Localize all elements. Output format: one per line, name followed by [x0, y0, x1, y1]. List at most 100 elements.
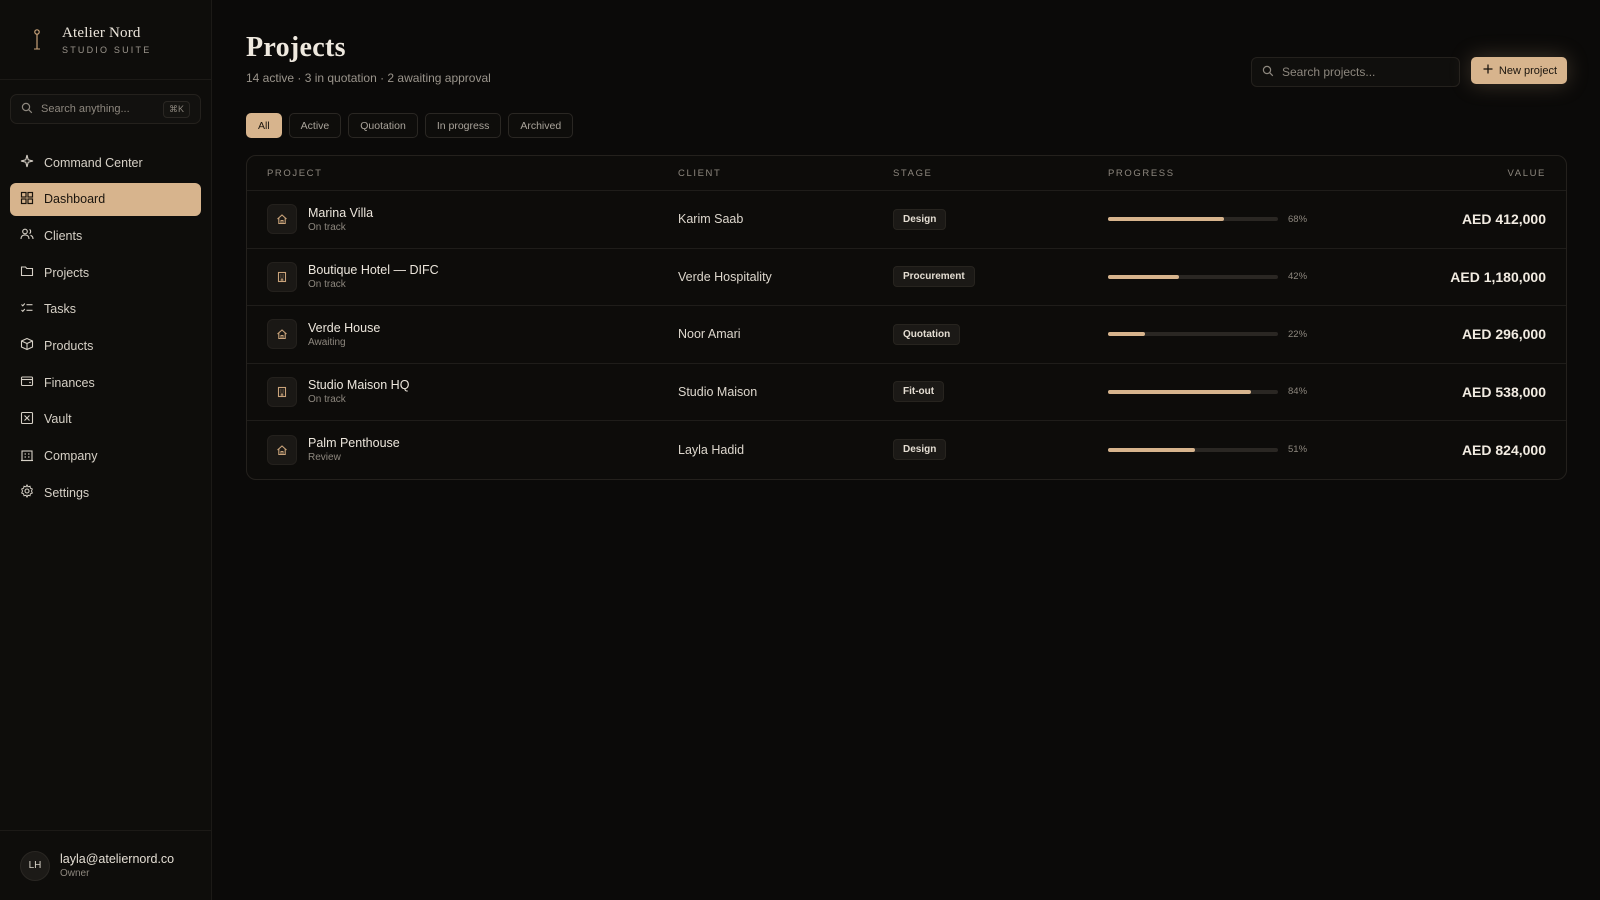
client-name: Karim Saab [678, 212, 744, 227]
progress-bar [1108, 274, 1278, 279]
home-icon [267, 434, 297, 465]
app-shell: Atelier Nord STUDIO SUITE Search anythin… [0, 0, 1600, 900]
sparkle-icon [20, 154, 34, 171]
sidebar-item-label: Vault [44, 412, 72, 427]
client-name: Studio Maison [678, 384, 758, 399]
project-status: Awaiting [308, 336, 346, 348]
column-header-progress[interactable]: PROGRESS [1108, 168, 1323, 179]
page-subtitle: 14 active · 3 in quotation · 2 awaiting … [246, 71, 491, 85]
wallet-icon [20, 374, 34, 391]
sidebar-item-label: Projects [44, 265, 90, 280]
progress-percent: 22% [1288, 328, 1308, 340]
progress-percent: 51% [1288, 444, 1308, 456]
column-header-project[interactable]: PROJECT [247, 168, 678, 179]
sidebar-item-label: Products [44, 338, 94, 353]
user-role: Owner [60, 868, 90, 879]
sidebar-item-tasks[interactable]: Tasks [10, 293, 201, 326]
shortcut-hint: ⌘K [162, 100, 190, 118]
progress-bar [1108, 389, 1278, 394]
project-value: AED 824,000 [1461, 441, 1546, 458]
brand[interactable]: Atelier Nord STUDIO SUITE [0, 0, 211, 80]
user-profile[interactable]: LH layla@ateliernord.co Owner [0, 830, 211, 900]
stage-badge: Procurement [893, 266, 975, 288]
client-name: Verde Hospitality [678, 269, 772, 284]
table-row[interactable]: Marina Villa On track Karim Saab Design … [247, 191, 1566, 249]
grid-icon [20, 191, 34, 208]
project-value: AED 538,000 [1461, 383, 1546, 400]
stage-badge: Quotation [893, 323, 961, 345]
filter-all[interactable]: All [246, 113, 282, 138]
column-header-stage[interactable]: STAGE [893, 168, 1108, 179]
box-icon [20, 337, 34, 354]
project-name: Boutique Hotel — DIFC [308, 263, 439, 278]
sidebar-item-label: Dashboard [44, 192, 106, 207]
client-name: Noor Amari [678, 327, 741, 342]
column-header-client[interactable]: CLIENT [678, 168, 893, 179]
sidebar-item-label: Tasks [44, 302, 76, 317]
sidebar-item-command-center[interactable]: Command Center [10, 146, 201, 179]
filter-active[interactable]: Active [288, 113, 342, 138]
table-row[interactable]: Boutique Hotel — DIFC On track Verde Hos… [247, 249, 1566, 306]
project-name: Palm Penthouse [308, 436, 400, 451]
search-icon [21, 102, 33, 117]
sidebar-item-label: Company [44, 449, 98, 463]
sidebar: Atelier Nord STUDIO SUITE Search anythin… [0, 0, 212, 900]
filter-tabs: All Active Quotation In progress Archive… [246, 113, 574, 138]
building-icon [20, 448, 34, 465]
stage-badge: Design [893, 208, 947, 230]
brand-name: Atelier Nord [62, 24, 141, 41]
project-value: AED 1,180,000 [1450, 268, 1546, 285]
progress-bar [1108, 332, 1278, 337]
stage-badge: Fit-out [893, 381, 945, 403]
sidebar-item-projects[interactable]: Projects [10, 256, 201, 289]
sidebar-item-label: Finances [44, 375, 95, 390]
search-icon [1262, 65, 1274, 80]
filter-quotation[interactable]: Quotation [348, 113, 418, 138]
new-project-label: New project [1498, 64, 1557, 77]
search-input[interactable] [1282, 65, 1449, 79]
column-header-value[interactable]: VALUE [1323, 168, 1566, 179]
sidebar-item-clients[interactable]: Clients [10, 219, 201, 252]
new-project-button[interactable]: New project [1470, 57, 1567, 84]
home-icon [267, 204, 297, 235]
stage-badge: Design [893, 439, 947, 461]
sidebar-item-company[interactable]: Company [10, 440, 201, 473]
sidebar-item-finances[interactable]: Finances [10, 366, 201, 399]
progress-fill [1108, 217, 1224, 222]
sidebar-item-label: Clients [44, 228, 83, 243]
building-icon [267, 376, 297, 407]
progress-percent: 68% [1288, 213, 1308, 225]
project-status: Review [308, 452, 341, 464]
sidebar-item-dashboard[interactable]: Dashboard [10, 182, 201, 216]
building-icon [267, 261, 297, 292]
table-row[interactable]: Studio Maison HQ On track Studio Maison … [247, 364, 1566, 421]
sidebar-search[interactable]: Search anything... ⌘K [10, 94, 201, 124]
projects-table: PROJECT CLIENT STAGE PROGRESS VALUE Mari… [246, 155, 1567, 480]
user-email: layla@ateliernord.co [60, 852, 175, 866]
project-name: Marina Villa [308, 205, 374, 220]
vault-icon [20, 411, 34, 428]
project-value: AED 296,000 [1461, 326, 1546, 343]
progress-percent: 84% [1288, 386, 1308, 398]
sidebar-item-label: Settings [44, 485, 90, 500]
table-row[interactable]: Verde House Awaiting Noor Amari Quotatio… [247, 306, 1566, 364]
sidebar-item-label: Command Center [44, 155, 143, 170]
filter-in-progress[interactable]: In progress [424, 113, 502, 138]
brand-subtitle: STUDIO SUITE [62, 44, 152, 55]
main-content: Projects 14 active · 3 in quotation · 2 … [212, 0, 1600, 900]
users-icon [20, 227, 34, 244]
sidebar-item-products[interactable]: Products [10, 329, 201, 362]
gear-icon [20, 484, 34, 501]
sidebar-item-settings[interactable]: Settings [10, 476, 201, 509]
client-name: Layla Hadid [678, 442, 745, 457]
brand-logo-icon [28, 27, 46, 53]
project-name: Studio Maison HQ [308, 378, 410, 393]
table-row[interactable]: Palm Penthouse Review Layla Hadid Design… [247, 421, 1566, 479]
project-search[interactable] [1251, 57, 1460, 87]
filter-archived[interactable]: Archived [508, 113, 574, 138]
project-status: On track [308, 394, 346, 406]
avatar: LH [20, 850, 50, 881]
sidebar-item-vault[interactable]: Vault [10, 403, 201, 436]
progress-fill [1108, 332, 1146, 337]
folder-icon [20, 264, 34, 281]
